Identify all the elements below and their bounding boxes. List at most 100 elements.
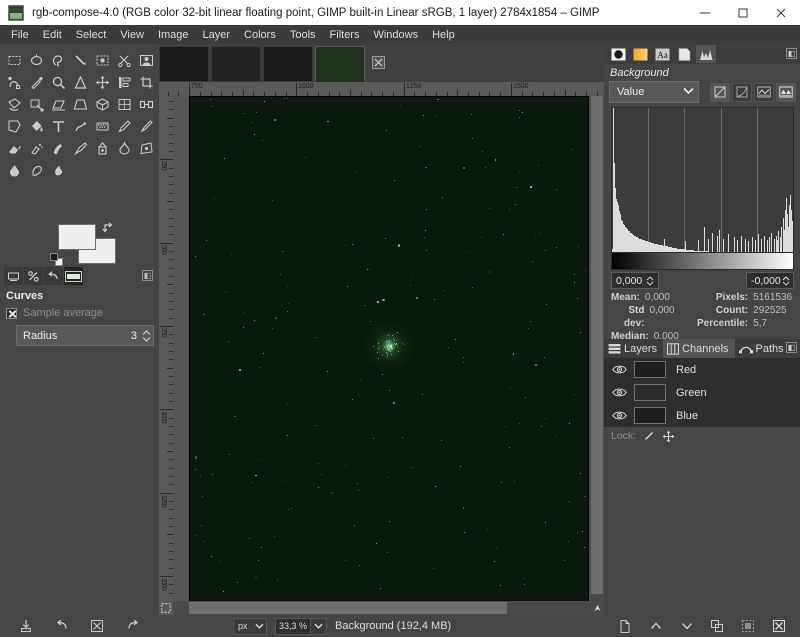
- move-icon[interactable]: [662, 430, 675, 443]
- channel-row[interactable]: Red: [604, 358, 800, 381]
- vertical-ruler[interactable]: 250 500 750 1000 1250 1500: [159, 96, 173, 601]
- vertical-scroll-thumb[interactable]: [591, 96, 603, 594]
- blur-sharpen-tool[interactable]: [4, 160, 25, 181]
- channel-thumbnail[interactable]: [634, 407, 666, 424]
- device-status-icon[interactable]: [4, 267, 23, 285]
- navigation-preview-icon[interactable]: [590, 601, 604, 615]
- menu-filters[interactable]: Filters: [323, 27, 367, 43]
- image-thumb-1[interactable]: [159, 46, 209, 82]
- text-tool[interactable]: [48, 116, 69, 137]
- image-thumb-4[interactable]: [315, 46, 365, 82]
- shear-tool[interactable]: [48, 94, 69, 115]
- checkbox-checked-icon[interactable]: [6, 307, 17, 319]
- menu-image[interactable]: Image: [151, 27, 196, 43]
- range-high-input[interactable]: -0,000: [746, 272, 794, 289]
- clone-tool[interactable]: [92, 138, 113, 159]
- undo-history-icon[interactable]: [44, 267, 63, 285]
- fuzzy-select-tool[interactable]: [70, 50, 91, 71]
- paths-tool[interactable]: [4, 72, 25, 93]
- tab-paths[interactable]: Paths: [735, 339, 790, 358]
- chevron-up-icon[interactable]: [647, 617, 665, 635]
- handle-transform-tool[interactable]: [136, 94, 157, 115]
- chevron-down-icon[interactable]: [678, 617, 696, 635]
- select-by-color-tool[interactable]: [92, 50, 113, 71]
- paintbrush-tool[interactable]: [136, 116, 157, 137]
- image-thumb-2[interactable]: [211, 46, 261, 82]
- reset-colors-icon[interactable]: [50, 253, 63, 266]
- spinner-arrows-icon[interactable]: [141, 329, 151, 342]
- eye-visible-icon[interactable]: [612, 364, 634, 375]
- tool-options-icon[interactable]: [608, 45, 628, 63]
- maximize-button[interactable]: [724, 0, 762, 25]
- eye-visible-icon[interactable]: [612, 410, 634, 421]
- logarithmic-histogram-button[interactable]: [732, 82, 752, 102]
- menu-view[interactable]: View: [113, 27, 151, 43]
- crop-tool[interactable]: [136, 72, 157, 93]
- channel-thumbnail[interactable]: [634, 384, 666, 401]
- menu-layer[interactable]: Layer: [196, 27, 238, 43]
- close-button[interactable]: [762, 0, 800, 25]
- minimize-button[interactable]: [686, 0, 724, 25]
- ellipse-select-tool[interactable]: [26, 50, 47, 71]
- scissors-select-tool[interactable]: [114, 50, 135, 71]
- image-thumbnail-icon[interactable]: [64, 267, 83, 285]
- ink-tool[interactable]: [48, 138, 69, 159]
- image-canvas[interactable]: [189, 96, 589, 601]
- heal-tool[interactable]: [114, 138, 135, 159]
- transform-3d-tool[interactable]: [92, 94, 113, 115]
- dither-tool[interactable]: [92, 116, 113, 137]
- canvas-area[interactable]: [173, 96, 590, 601]
- radius-stepper[interactable]: Radius 3: [16, 325, 154, 346]
- mypaint-brush-tool[interactable]: [70, 138, 91, 159]
- document-icon[interactable]: [674, 45, 694, 63]
- swap-colors-icon[interactable]: [102, 222, 114, 234]
- foreground-color-swatch[interactable]: [58, 224, 96, 250]
- dock-menu-icon[interactable]: ◧: [786, 342, 797, 353]
- horizontal-scrollbar[interactable]: [173, 601, 590, 615]
- zoom-value[interactable]: 33,3 %: [275, 617, 312, 635]
- zoom-tool[interactable]: [48, 72, 69, 93]
- scale-tool[interactable]: [26, 94, 47, 115]
- channel-row[interactable]: Blue: [604, 404, 800, 427]
- pencil-tool[interactable]: [114, 116, 135, 137]
- bucket-fill-tool[interactable]: [26, 116, 47, 137]
- histogram-icon[interactable]: [696, 45, 716, 63]
- gradient-tool[interactable]: [70, 116, 91, 137]
- horizontal-scroll-thumb[interactable]: [189, 602, 507, 614]
- unit-select[interactable]: px: [233, 617, 267, 635]
- image-thumb-3[interactable]: [263, 46, 313, 82]
- save-preset-icon[interactable]: [17, 617, 35, 635]
- rect-select-tool[interactable]: [4, 50, 25, 71]
- brush-icon[interactable]: [643, 430, 655, 442]
- delete-icon[interactable]: [770, 617, 788, 635]
- chevron-down-icon[interactable]: [311, 617, 328, 635]
- new-page-icon[interactable]: [616, 617, 634, 635]
- histogram-chart[interactable]: [611, 107, 794, 270]
- perspective-tool[interactable]: [70, 94, 91, 115]
- color-picker-tool[interactable]: [26, 72, 47, 93]
- eraser-tool[interactable]: [4, 138, 25, 159]
- channel-select[interactable]: Value: [609, 81, 699, 103]
- range-low-input[interactable]: 0,000: [611, 272, 659, 289]
- zoom-select[interactable]: 33,3 %: [275, 617, 328, 635]
- unified-transform-tool[interactable]: [114, 94, 135, 115]
- restore-icon[interactable]: [53, 617, 71, 635]
- gradient-icon[interactable]: [630, 45, 650, 63]
- spinner-arrows-icon[interactable]: [645, 275, 656, 286]
- histogram-view-button[interactable]: [754, 82, 774, 102]
- menu-colors[interactable]: Colors: [237, 27, 283, 43]
- perspective-clone-tool[interactable]: [136, 138, 157, 159]
- tab-channels[interactable]: Channels: [663, 339, 735, 358]
- rotate-tool[interactable]: [4, 94, 25, 115]
- move-tool[interactable]: [92, 72, 113, 93]
- menu-help[interactable]: Help: [425, 27, 462, 43]
- menu-edit[interactable]: Edit: [36, 27, 69, 43]
- smudge-tool[interactable]: [26, 160, 47, 181]
- menu-file[interactable]: File: [4, 27, 36, 43]
- warp-transform-tool[interactable]: [4, 116, 25, 137]
- selection-icon[interactable]: [739, 617, 757, 635]
- images-icon[interactable]: [24, 267, 43, 285]
- close-tab-icon[interactable]: [372, 56, 385, 69]
- dodge-burn-tool[interactable]: [48, 160, 69, 181]
- dock-menu-icon[interactable]: ◧: [786, 48, 797, 59]
